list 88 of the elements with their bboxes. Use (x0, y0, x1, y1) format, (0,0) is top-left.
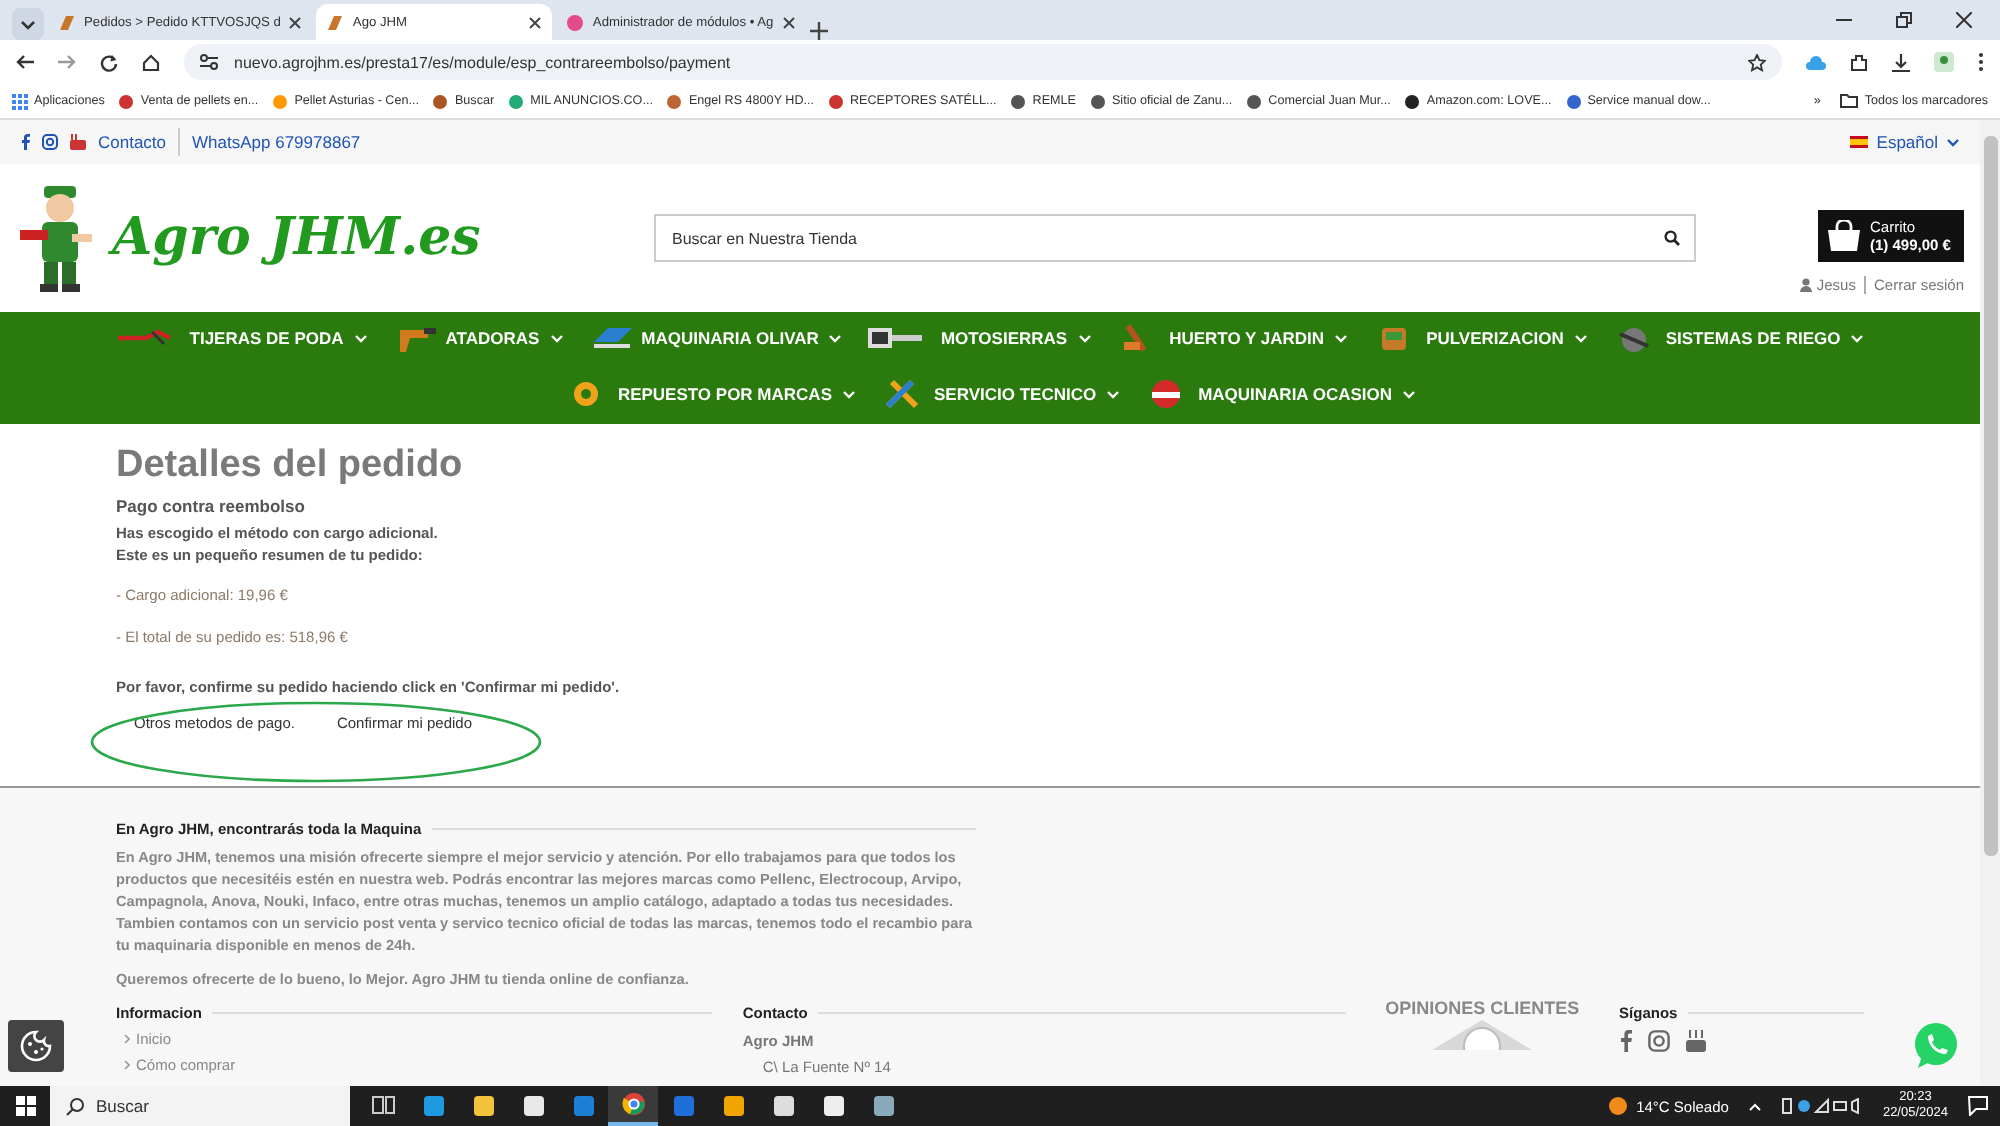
section-subtitle: Pago contra reembolso (116, 496, 307, 516)
cookie-settings-button[interactable] (8, 1020, 64, 1072)
more-vertical-icon[interactable] (1978, 52, 1984, 72)
menu-item[interactable]: REPUESTO POR MARCAS (563, 372, 856, 416)
chevron-down-icon (1334, 333, 1349, 343)
youtube-icon[interactable] (1685, 1030, 1706, 1052)
system-tray-icons[interactable] (1782, 1098, 1863, 1114)
shopping-bag-icon (1826, 220, 1862, 252)
instagram-icon[interactable] (42, 134, 58, 150)
site-icon (1404, 93, 1421, 109)
menu-item[interactable]: PULVERIZACION (1372, 316, 1588, 360)
site-icon (118, 93, 135, 109)
close-icon[interactable] (1956, 12, 1972, 28)
sun-icon (1608, 1096, 1629, 1116)
menu-item[interactable]: ATADORAS (391, 316, 564, 360)
menu-item[interactable]: MAQUINARIA OCASION (1144, 372, 1417, 416)
chevron-down-icon (549, 333, 564, 343)
instagram-icon[interactable] (1647, 1030, 1670, 1052)
language-selector[interactable]: Español (1850, 132, 1960, 152)
taskbar-app-button[interactable] (608, 1086, 658, 1126)
site-settings-icon (200, 54, 218, 70)
site-icon (1089, 93, 1106, 109)
chevron-down-icon (1077, 333, 1092, 343)
menu-item[interactable]: MOTOSIERRAS (866, 316, 1092, 360)
chevron-up-icon[interactable] (1748, 1101, 1763, 1111)
site-icon (508, 93, 525, 109)
restore-icon[interactable] (1896, 12, 1912, 28)
site-icon (666, 93, 683, 109)
chevron-down-icon (1402, 389, 1417, 399)
cookie-icon (20, 1030, 52, 1062)
chevron-down-icon (842, 389, 856, 399)
chevron-down-icon (1850, 333, 1865, 343)
profile-icon[interactable] (1934, 52, 1954, 72)
scrollbar-thumb[interactable] (1983, 136, 1997, 856)
facebook-icon[interactable] (1619, 1030, 1632, 1052)
tools-icon (880, 378, 924, 410)
address-bar[interactable]: nuevo.agrojhm.es/presta17/es/module/esp_contrareembolso/payment (184, 44, 1782, 80)
flag-icon (1850, 136, 1869, 148)
app-icon (821, 1094, 845, 1118)
home-icon[interactable] (142, 53, 160, 71)
youtube-icon[interactable] (70, 134, 86, 150)
menu-item[interactable]: MAQUINARIA OLIVAR (587, 316, 843, 360)
grid-icon (12, 93, 28, 109)
chevron-down-icon (353, 333, 368, 343)
site-icon (272, 93, 289, 109)
logo-text[interactable]: Agro JHM.es (112, 208, 481, 268)
close-icon[interactable] (288, 15, 303, 29)
back-arrow-icon[interactable] (16, 54, 34, 70)
search-icon[interactable] (1664, 230, 1680, 246)
chevron-down-icon (828, 333, 843, 343)
chevron-right-icon (124, 1060, 130, 1070)
site-icon (1246, 93, 1263, 109)
close-icon[interactable] (528, 15, 543, 29)
search-field[interactable]: Buscar en Nuestra Tienda (654, 214, 1696, 262)
chevron-down-icon[interactable] (12, 8, 44, 40)
menu-item[interactable]: TIJERAS DE PODA (115, 316, 368, 360)
chevron-down-icon (1573, 333, 1588, 343)
task-view-icon (371, 1094, 395, 1118)
site-icon (1565, 93, 1582, 109)
app-icon (671, 1094, 695, 1118)
menu-item[interactable]: SISTEMAS DE RIEGO (1611, 316, 1865, 360)
reviews-heading: OPINIONES CLIENTES (1385, 998, 1580, 1018)
site-icon (828, 93, 844, 109)
notifications-icon[interactable] (1968, 1096, 1988, 1116)
whatsapp-link[interactable]: WhatsApp 679978867 (192, 132, 361, 152)
plus-icon[interactable] (809, 22, 828, 40)
chevron-down-icon (1106, 389, 1121, 399)
menu-item[interactable]: SERVICIO TECNICO (880, 372, 1121, 416)
contact-link[interactable]: Contacto (98, 132, 167, 152)
page-title: Detalles del pedido (116, 444, 465, 488)
taskbar-search-field[interactable]: Buscar (50, 1086, 350, 1126)
scrollbar[interactable] (1980, 120, 2000, 1086)
site-icon (1010, 93, 1027, 109)
app-icon (771, 1094, 795, 1118)
facebook-icon[interactable] (20, 134, 30, 150)
site-icon (432, 93, 449, 109)
reload-icon[interactable] (100, 53, 118, 71)
chevron-down-icon (1946, 137, 1960, 147)
forward-arrow-icon[interactable] (58, 54, 76, 70)
cloud-icon[interactable] (1806, 55, 1826, 69)
menu-item[interactable]: HUERTO Y JARDIN (1115, 316, 1349, 360)
user-icon (1800, 278, 1813, 292)
search-icon (66, 1097, 84, 1115)
close-icon[interactable] (781, 15, 796, 29)
star-icon[interactable] (1748, 53, 1766, 71)
windows-icon[interactable] (15, 1096, 35, 1116)
chevron-right-icon (124, 1034, 130, 1044)
download-icon[interactable] (1892, 53, 1910, 71)
